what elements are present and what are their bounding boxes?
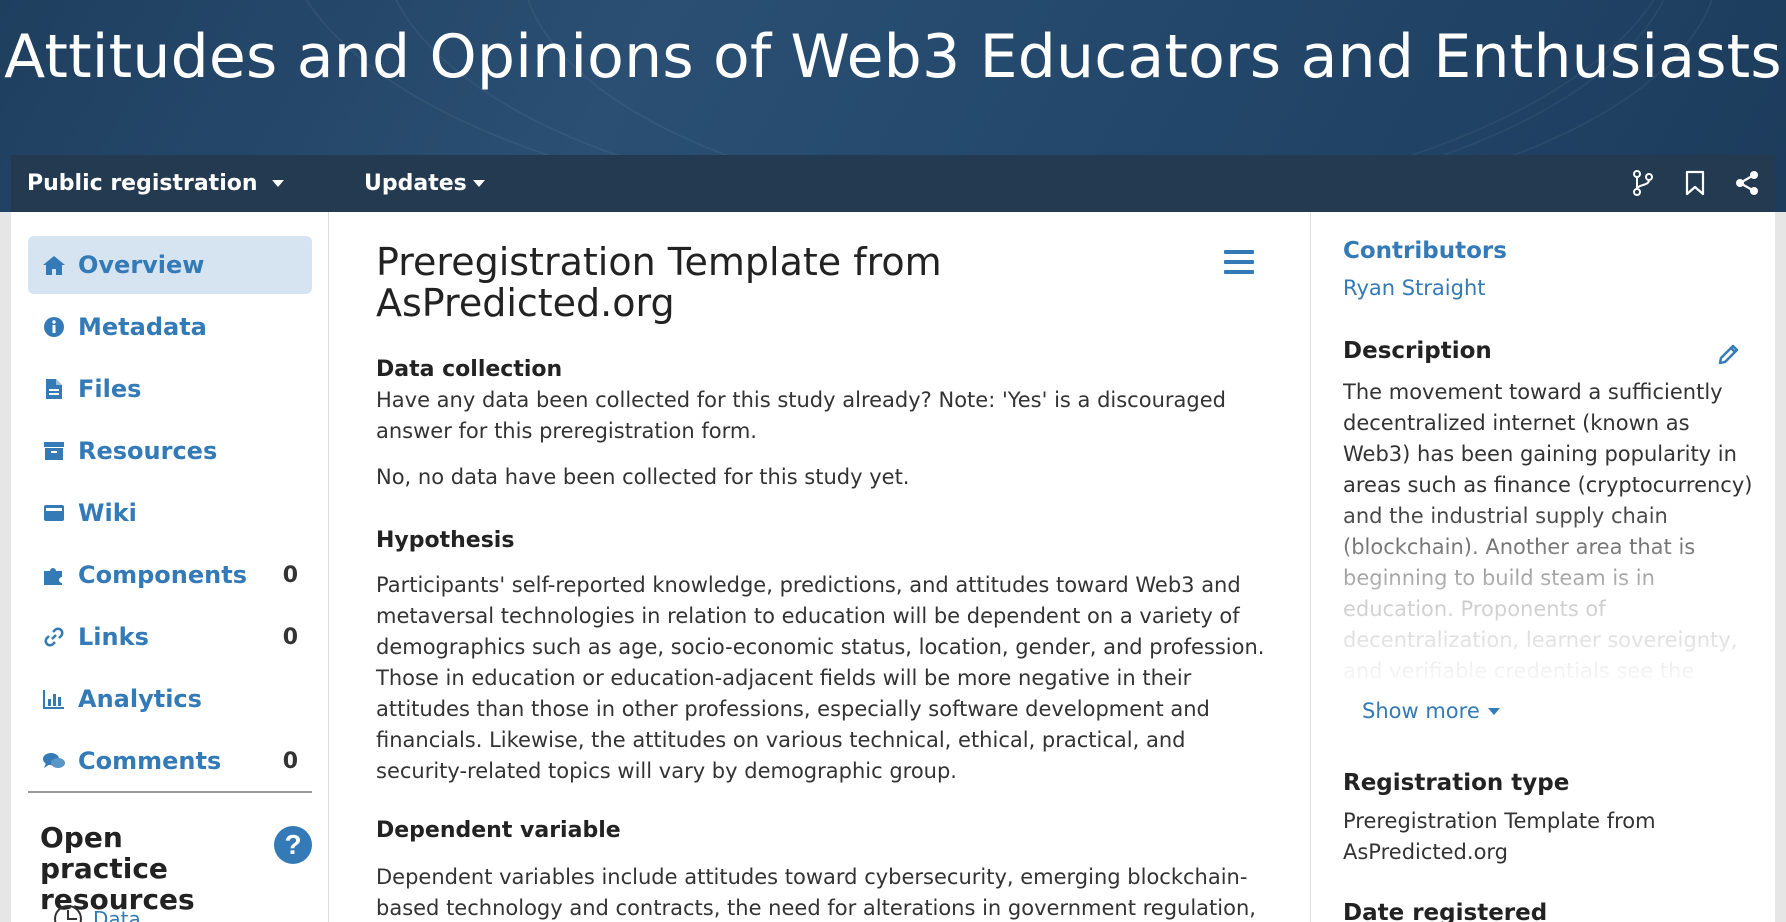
registration-content: Preregistration Template from AsPredicte… xyxy=(330,212,1310,922)
sidebar-item-label: Comments xyxy=(78,747,222,775)
archive-icon xyxy=(42,439,66,463)
puzzle-icon xyxy=(42,563,66,587)
page-gutter-right xyxy=(1775,212,1786,922)
registration-sidebar-right: Contributors Ryan Straight Description T… xyxy=(1310,212,1775,922)
show-more-button[interactable]: Show more xyxy=(1362,699,1500,723)
description-heading: Description xyxy=(1343,338,1492,364)
section-answer-dependent-variable: Dependent variables include attitudes to… xyxy=(376,865,1256,920)
file-icon xyxy=(42,377,66,401)
contributor-link[interactable]: Ryan Straight xyxy=(1343,276,1486,300)
sidebar-divider xyxy=(28,791,312,793)
sidebar-item-label: Overview xyxy=(78,251,205,279)
section-answer-data-collection: No, no data have been collected for this… xyxy=(376,465,910,489)
contributors-heading[interactable]: Contributors xyxy=(1343,238,1507,264)
bar-chart-icon xyxy=(42,687,66,711)
page-title: Preregistration Template from AsPredicte… xyxy=(376,240,942,325)
share-icon[interactable] xyxy=(1733,169,1761,197)
section-heading-data-collection: Data collection xyxy=(376,357,563,382)
comments-icon xyxy=(42,749,66,773)
open-practice-item-label: Data xyxy=(93,907,141,922)
sidebar-item-resources[interactable]: Resources xyxy=(28,422,312,480)
sidebar-item-label: Resources xyxy=(78,437,218,465)
updates-label: Updates xyxy=(364,171,467,196)
sidebar-item-overview[interactable]: Overview xyxy=(28,236,312,294)
sidebar-item-label: Components xyxy=(78,561,247,589)
section-heading-hypothesis: Hypothesis xyxy=(376,528,515,553)
public-registration-label: Public registration xyxy=(27,171,258,196)
bookmark-icon[interactable] xyxy=(1681,169,1709,197)
chevron-down-icon xyxy=(472,180,485,187)
sidebar-item-wiki[interactable]: Wiki xyxy=(28,484,312,542)
open-practice-title: Open practice resources xyxy=(40,821,195,916)
registration-type-heading: Registration type xyxy=(1343,770,1570,796)
comments-count: 0 xyxy=(282,748,298,774)
sidebar-item-label: Links xyxy=(78,623,149,651)
project-title: Attitudes and Opinions of Web3 Educators… xyxy=(4,22,1782,92)
registration-type-value: Preregistration Template from AsPredicte… xyxy=(1343,809,1656,864)
chevron-down-icon xyxy=(271,180,284,187)
help-icon[interactable]: ? xyxy=(274,826,312,864)
left-sidebar: Overview Metadata Files Resources Wiki C… xyxy=(11,212,329,922)
chevron-down-icon xyxy=(1487,707,1500,715)
section-answer-hypothesis: Participants' self-reported knowledge, p… xyxy=(376,573,1265,783)
updates-dropdown[interactable]: Updates xyxy=(364,155,485,212)
page-gutter-left xyxy=(0,212,11,922)
public-registration-dropdown[interactable]: Public registration xyxy=(27,155,284,212)
project-navbar: Public registration Updates xyxy=(11,155,1775,212)
sidebar-item-components[interactable]: Components 0 xyxy=(28,546,312,604)
components-count: 0 xyxy=(282,562,298,588)
show-more-label: Show more xyxy=(1362,699,1480,723)
sidebar-item-metadata[interactable]: Metadata xyxy=(28,298,312,356)
book-icon xyxy=(42,501,66,525)
link-icon xyxy=(42,625,66,649)
sidebar-item-files[interactable]: Files xyxy=(28,360,312,418)
info-icon xyxy=(42,315,66,339)
menu-icon[interactable] xyxy=(1224,250,1254,276)
pencil-icon[interactable] xyxy=(1717,342,1743,368)
section-question-data-collection: Have any data been collected for this st… xyxy=(376,388,1226,443)
sidebar-item-links[interactable]: Links 0 xyxy=(28,608,312,666)
sidebar-item-label: Metadata xyxy=(78,313,207,341)
description-fade-overlay xyxy=(1343,502,1763,682)
open-practice-item-data[interactable]: Data xyxy=(53,904,141,922)
section-heading-dependent-variable: Dependent variable xyxy=(376,818,621,843)
sidebar-item-analytics[interactable]: Analytics xyxy=(28,670,312,728)
sidebar-item-label: Wiki xyxy=(78,499,137,527)
links-count: 0 xyxy=(282,624,298,650)
sidebar-item-label: Files xyxy=(78,375,142,403)
fork-icon[interactable] xyxy=(1629,169,1657,197)
home-icon xyxy=(42,253,66,277)
sidebar-item-label: Analytics xyxy=(78,685,202,713)
data-icon xyxy=(54,905,82,922)
date-registered-heading: Date registered xyxy=(1343,900,1548,922)
sidebar-item-comments[interactable]: Comments 0 xyxy=(28,732,312,790)
